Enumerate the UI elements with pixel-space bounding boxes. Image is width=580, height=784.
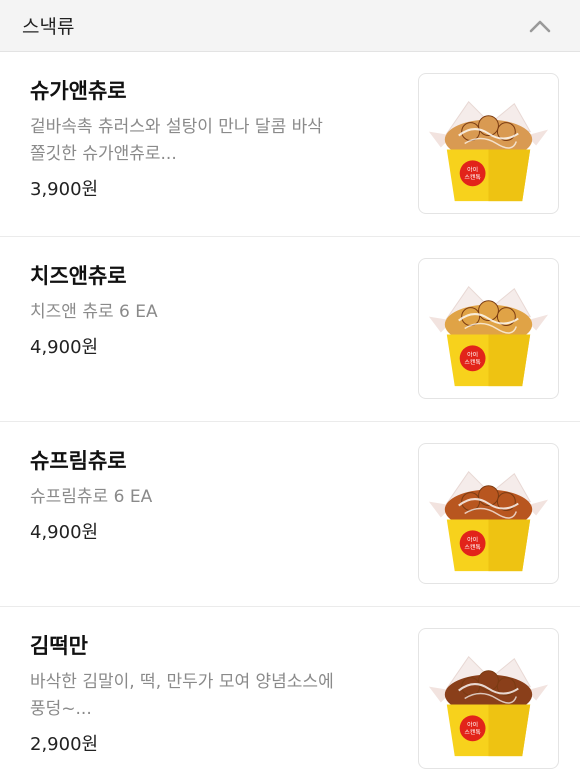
supreme-churro-box-image[interactable]: 아이 스캔톡 bbox=[418, 443, 559, 584]
menu-item-description-line: 쫄깃한 슈가앤츄로... bbox=[30, 144, 177, 164]
svg-text:아이: 아이 bbox=[467, 535, 478, 543]
menu-item-name: 슈프림츄로 bbox=[30, 449, 127, 473]
sugar-churro-box-image[interactable]: 아이 스캔톡 bbox=[418, 73, 559, 214]
chevron-up-icon[interactable] bbox=[526, 12, 554, 40]
svg-text:아이: 아이 bbox=[467, 720, 478, 728]
menu-item-price: 4,900원 bbox=[30, 337, 99, 358]
menu-item-description-line: 슈프림츄로 6 EA bbox=[30, 487, 153, 507]
menu-item-name: 치즈앤츄로 bbox=[30, 264, 127, 288]
section-header[interactable]: 스낵류 bbox=[0, 0, 580, 52]
cheese-churro-box-image[interactable]: 아이 스캔톡 bbox=[418, 258, 559, 399]
menu-list: 슈가앤츄로 겉바속촉 츄러스와 설탕이 만나 달콤 바삭 쫄깃한 슈가앤츄로..… bbox=[0, 52, 580, 784]
menu-item-description: 슈프림츄로 6 EA bbox=[30, 484, 390, 511]
menu-item-description: 치즈앤 츄로 6 EA bbox=[30, 299, 390, 326]
svg-text:스캔톡: 스캔톡 bbox=[464, 173, 481, 181]
svg-text:스캔톡: 스캔톡 bbox=[464, 358, 481, 366]
menu-item-price: 2,900원 bbox=[30, 734, 99, 755]
svg-text:스캔톡: 스캔톡 bbox=[464, 728, 481, 736]
menu-item-description-line: 바삭한 김말이, 떡, 만두가 모여 양념소스에 bbox=[30, 672, 334, 692]
svg-text:아이: 아이 bbox=[467, 350, 478, 358]
menu-item-description-line: 풍덩~... bbox=[30, 699, 92, 719]
menu-item-price: 3,900원 bbox=[30, 179, 99, 200]
menu-item-text: 치즈앤츄로 치즈앤 츄로 6 EA 4,900원 bbox=[30, 261, 390, 362]
menu-item-name: 김떡만 bbox=[30, 634, 88, 658]
kimtteokman-box-image[interactable]: 아이 스캔톡 bbox=[418, 628, 559, 769]
menu-item-text: 슈프림츄로 슈프림츄로 6 EA 4,900원 bbox=[30, 446, 390, 547]
menu-item[interactable]: 치즈앤츄로 치즈앤 츄로 6 EA 4,900원 아이 스캔톡 bbox=[0, 237, 580, 422]
menu-item-price: 4,900원 bbox=[30, 522, 99, 543]
menu-item-description-line: 치즈앤 츄로 6 EA bbox=[30, 302, 158, 322]
menu-item-text: 슈가앤츄로 겉바속촉 츄러스와 설탕이 만나 달콤 바삭 쫄깃한 슈가앤츄로..… bbox=[30, 76, 390, 204]
menu-item-description-line: 겉바속촉 츄러스와 설탕이 만나 달콤 바삭 bbox=[30, 117, 323, 137]
svg-text:아이: 아이 bbox=[467, 165, 478, 173]
menu-item-description: 겉바속촉 츄러스와 설탕이 만나 달콤 바삭 쫄깃한 슈가앤츄로... bbox=[30, 114, 390, 168]
menu-item-text: 김떡만 바삭한 김말이, 떡, 만두가 모여 양념소스에 풍덩~... 2,90… bbox=[30, 631, 390, 759]
menu-item-description: 바삭한 김말이, 떡, 만두가 모여 양념소스에 풍덩~... bbox=[30, 669, 390, 723]
section-title: 스낵류 bbox=[22, 16, 75, 38]
menu-item[interactable]: 김떡만 바삭한 김말이, 떡, 만두가 모여 양념소스에 풍덩~... 2,90… bbox=[0, 607, 580, 784]
menu-item[interactable]: 슈프림츄로 슈프림츄로 6 EA 4,900원 아이 스캔톡 bbox=[0, 422, 580, 607]
menu-item[interactable]: 슈가앤츄로 겉바속촉 츄러스와 설탕이 만나 달콤 바삭 쫄깃한 슈가앤츄로..… bbox=[0, 52, 580, 237]
svg-text:스캔톡: 스캔톡 bbox=[464, 543, 481, 551]
menu-item-name: 슈가앤츄로 bbox=[30, 79, 127, 103]
